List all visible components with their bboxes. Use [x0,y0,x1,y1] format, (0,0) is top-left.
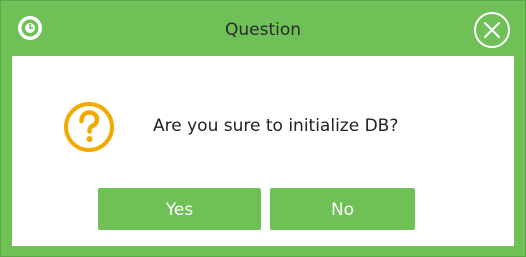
close-icon[interactable] [473,11,511,49]
question-icon [64,102,114,152]
dialog-message: Are you sure to initialize DB? [153,116,399,136]
dialog-content: Are you sure to initialize DB? Yes No [12,56,514,246]
dialog-title: Question [224,20,302,40]
no-button[interactable]: No [270,188,415,230]
title-bar[interactable]: Question [1,1,525,56]
yes-button[interactable]: Yes [98,188,261,230]
question-dialog: Question Are you sure to initialize DB? … [0,0,526,257]
